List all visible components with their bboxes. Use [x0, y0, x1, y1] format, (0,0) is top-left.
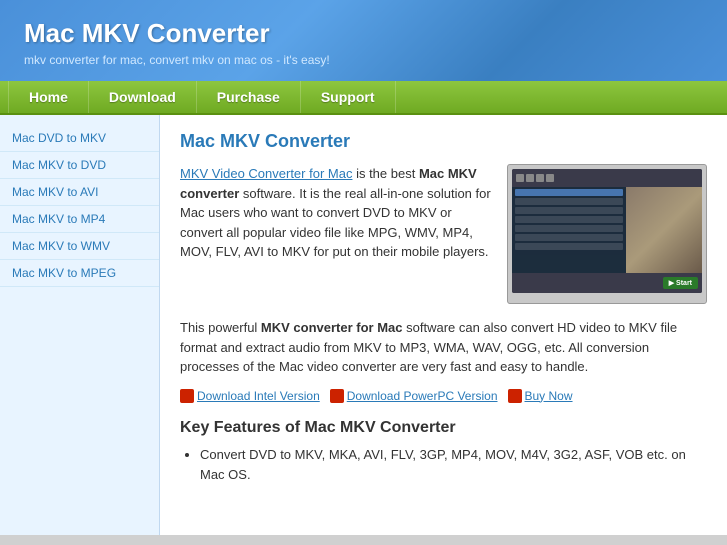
sidebar-item-mac-mkv-to-mpeg[interactable]: Mac MKV to MPEG: [0, 260, 159, 287]
list-row: [515, 234, 623, 241]
toolbar-btn-2: [526, 174, 534, 182]
sidebar-item-mac-mkv-to-avi[interactable]: Mac MKV to AVI: [0, 179, 159, 206]
app-body: [512, 187, 702, 273]
download-intel-link[interactable]: Download Intel Version: [180, 389, 320, 403]
download-powerpc-link[interactable]: Download PowerPC Version: [330, 389, 498, 403]
intro-text-1: is the best: [352, 166, 418, 181]
sidebar-item-mac-mkv-to-mp4[interactable]: Mac MKV to MP4: [0, 206, 159, 233]
cart-icon: [508, 389, 522, 403]
product-description: MKV Video Converter for Mac is the best …: [180, 164, 493, 304]
file-list-panel: [512, 187, 626, 273]
page-content: Mac MKV Converter MKV Video Converter fo…: [160, 115, 727, 535]
buy-now-link[interactable]: Buy Now: [508, 389, 573, 403]
product-intro-section: MKV Video Converter for Mac is the best …: [180, 164, 707, 304]
site-header: Mac MKV Converter mkv converter for mac,…: [0, 0, 727, 81]
list-rows: [512, 187, 626, 254]
toolbar-btn-3: [536, 174, 544, 182]
list-row: [515, 216, 623, 223]
download-powerpc-label: Download PowerPC Version: [347, 389, 498, 403]
list-row: [515, 189, 623, 196]
app-toolbar: [512, 169, 702, 187]
site-title: Mac MKV Converter: [24, 18, 703, 49]
site-subtitle: mkv converter for mac, convert mkv on ma…: [24, 53, 703, 67]
sidebar-item-mac-mkv-to-dvd[interactable]: Mac MKV to DVD: [0, 152, 159, 179]
toolbar-btn-1: [516, 174, 524, 182]
feature-item-1: Convert DVD to MKV, MKA, AVI, FLV, 3GP, …: [200, 445, 707, 487]
sidebar: Mac DVD to MKV Mac MKV to DVD Mac MKV to…: [0, 115, 160, 535]
product-link[interactable]: MKV Video Converter for Mac: [180, 166, 352, 181]
nav-support[interactable]: Support: [301, 81, 396, 113]
list-row: [515, 198, 623, 205]
nav-home[interactable]: Home: [8, 81, 89, 113]
list-row: [515, 207, 623, 214]
download-links-section: Download Intel Version Download PowerPC …: [180, 389, 707, 403]
download-intel-icon: [180, 389, 194, 403]
download-powerpc-icon: [330, 389, 344, 403]
download-intel-label: Download Intel Version: [197, 389, 320, 403]
preview-panel: [626, 187, 702, 273]
nav-download[interactable]: Download: [89, 81, 197, 113]
nav-purchase[interactable]: Purchase: [197, 81, 301, 113]
main-content: Mac DVD to MKV Mac MKV to DVD Mac MKV to…: [0, 115, 727, 535]
list-row: [515, 225, 623, 232]
product-screenshot: ▶ Start: [507, 164, 707, 304]
toolbar-btn-4: [546, 174, 554, 182]
list-row: [515, 243, 623, 250]
sidebar-item-mac-mkv-to-wmv[interactable]: Mac MKV to WMV: [0, 233, 159, 260]
start-button: ▶ Start: [663, 277, 698, 289]
app-footer: ▶ Start: [512, 273, 702, 293]
navigation: Home Download Purchase Support: [0, 81, 727, 115]
app-screenshot-ui: ▶ Start: [512, 169, 702, 293]
buy-now-label: Buy Now: [525, 389, 573, 403]
page-title: Mac MKV Converter: [180, 131, 707, 152]
sidebar-item-mac-dvd-to-mkv[interactable]: Mac DVD to MKV: [0, 125, 159, 152]
desc-paragraph: This powerful MKV converter for Mac soft…: [180, 318, 707, 377]
features-list: Convert DVD to MKV, MKA, AVI, FLV, 3GP, …: [200, 445, 707, 487]
features-heading: Key Features of Mac MKV Converter: [180, 419, 707, 437]
